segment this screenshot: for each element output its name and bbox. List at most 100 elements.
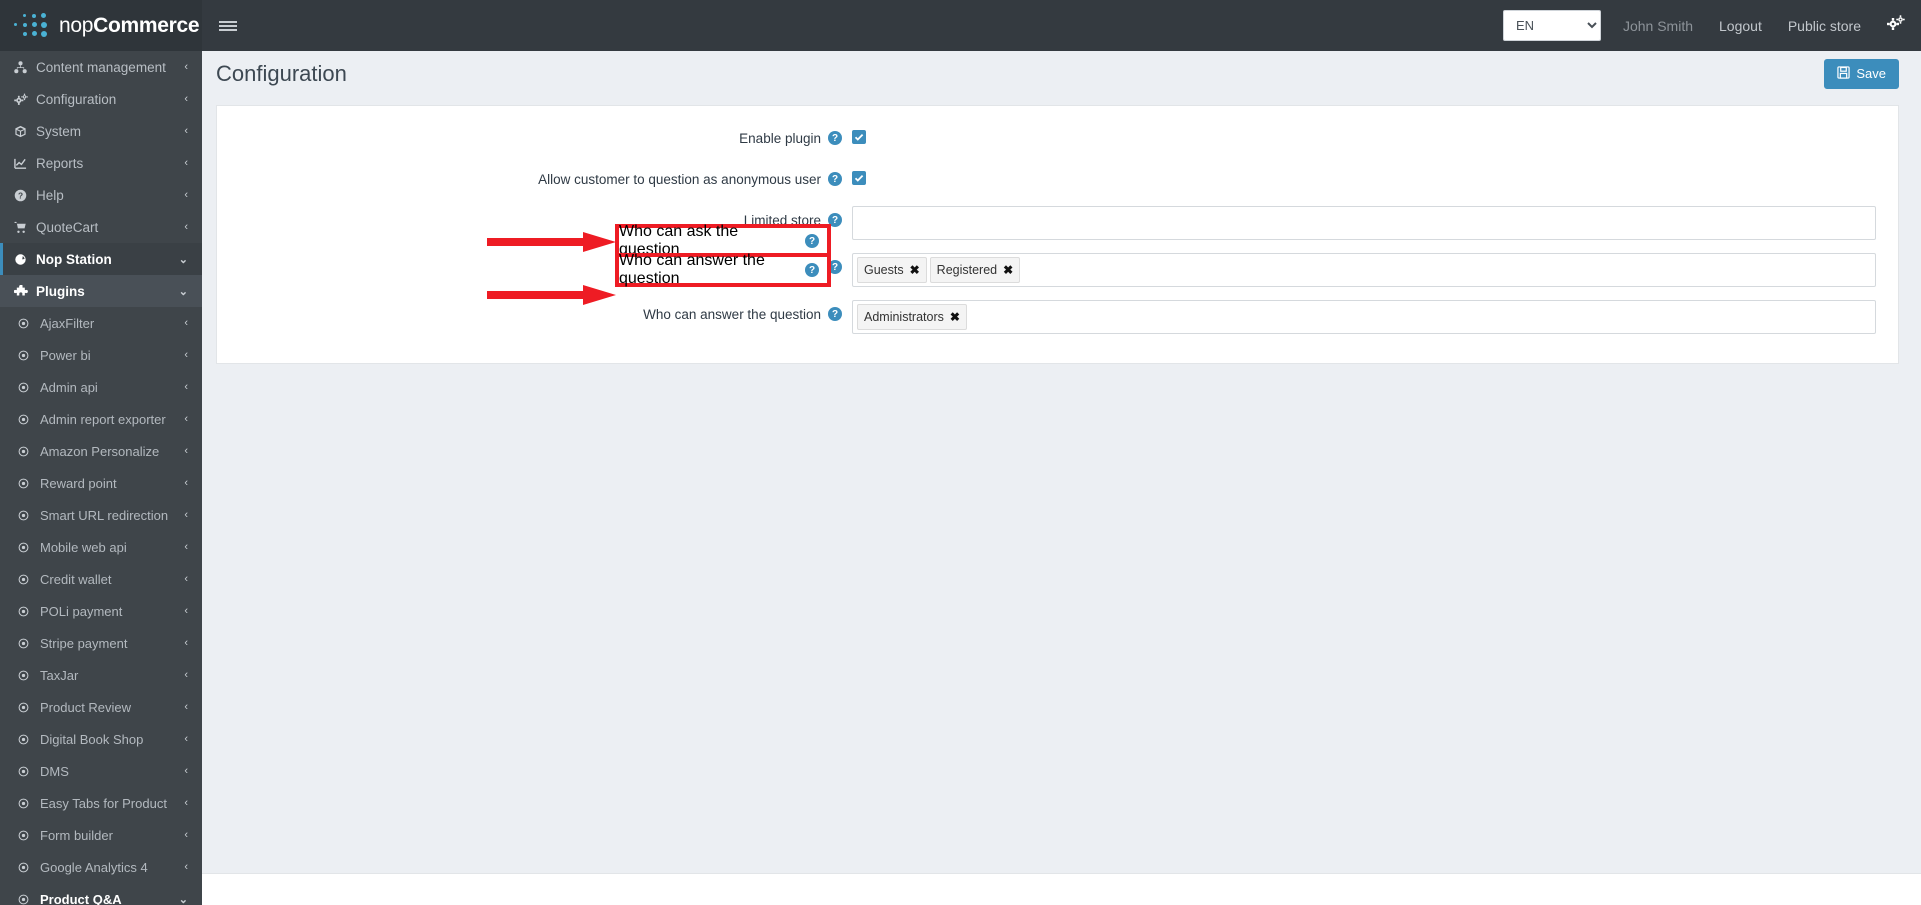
token-registered[interactable]: Registered ✖ — [929, 257, 1021, 283]
sidebar-item-stripe-payment[interactable]: Stripe payment ‹ — [0, 627, 202, 659]
sidebar-item-label: Stripe payment — [40, 635, 128, 651]
sidebar-item-label: Power bi — [40, 347, 91, 363]
sidebar-item-system[interactable]: System ‹ — [0, 115, 202, 147]
token-label: Administrators — [864, 310, 944, 324]
logout-link[interactable]: Logout — [1719, 18, 1762, 34]
sidebar-item-easy-tabs-for-product[interactable]: Easy Tabs for Product ‹ — [0, 787, 202, 819]
token-administrators[interactable]: Administrators ✖ — [857, 304, 967, 330]
chevron-left-icon: ‹ — [184, 861, 188, 873]
checkbox-allow-customer-to-question-as-anonymous-user[interactable] — [852, 171, 866, 185]
sidebar-item-label: QuoteCart — [36, 219, 99, 235]
sidebar-item-power-bi[interactable]: Power bi ‹ — [0, 339, 202, 371]
token-input-who-can-ask-the-question[interactable]: Guests ✖ Registered ✖ — [852, 253, 1876, 287]
sidebar-item-configuration[interactable]: Configuration ‹ — [0, 83, 202, 115]
dot-circle-icon — [18, 510, 40, 521]
form-label-allow-customer-to-question-as-anonymous-user: Allow customer to question as anonymous … — [217, 165, 852, 193]
dot-circle-icon — [18, 734, 40, 745]
dot-circle-icon — [18, 478, 40, 489]
sidebar-item-quotecart[interactable]: QuoteCart ‹ — [0, 211, 202, 243]
brand-suffix: Commerce — [93, 13, 200, 37]
sidebar-item-dms[interactable]: DMS ‹ — [0, 755, 202, 787]
dot-circle-icon — [18, 894, 40, 905]
dot-circle-icon — [18, 798, 40, 809]
checkbox-enable-plugin[interactable] — [852, 130, 866, 144]
sidebar-item-label: Credit wallet — [40, 571, 112, 587]
question-mark-help-icon[interactable]: ? — [828, 131, 842, 145]
sidebar-item-poli-payment[interactable]: POLi payment ‹ — [0, 595, 202, 627]
sidebar-item-mobile-web-api[interactable]: Mobile web api ‹ — [0, 531, 202, 563]
sidebar-item-product-q-a[interactable]: Product Q&A ⌄ — [0, 883, 202, 905]
sidebar-item-amazon-personalize[interactable]: Amazon Personalize ‹ — [0, 435, 202, 467]
sidebar-item-label: Reports — [36, 155, 84, 171]
dot-circle-icon — [18, 606, 40, 617]
dot-matrix-logo-icon — [14, 13, 52, 39]
close-icon[interactable]: ✖ — [910, 263, 920, 277]
sidebar-item-label: Admin report exporter — [40, 411, 166, 427]
sidebar-item-nop-station[interactable]: Nop Station ⌄ — [0, 243, 202, 275]
question-mark-help-icon[interactable]: ? — [805, 234, 819, 248]
sidebar-item-product-review[interactable]: Product Review ‹ — [0, 691, 202, 723]
dot-circle-icon — [18, 414, 40, 425]
public-store-link[interactable]: Public store — [1788, 18, 1861, 34]
question-mark-help-icon[interactable]: ? — [805, 263, 819, 277]
sidebar-item-ajaxfilter[interactable]: AjaxFilter ‹ — [0, 307, 202, 339]
chevron-left-icon: ‹ — [184, 157, 188, 169]
sidebar-item-admin-api[interactable]: Admin api ‹ — [0, 371, 202, 403]
token-input-who-can-answer-the-question[interactable]: Administrators ✖ — [852, 300, 1876, 334]
sidebar-item-content-management[interactable]: Content management ‹ — [0, 51, 202, 83]
sidebar-item-label: DMS — [40, 763, 69, 779]
circle-icon — [14, 253, 36, 266]
sidebar-item-credit-wallet[interactable]: Credit wallet ‹ — [0, 563, 202, 595]
dot-circle-icon — [18, 446, 40, 457]
chevron-left-icon: ‹ — [184, 317, 188, 329]
sidebar-item-reports[interactable]: Reports ‹ — [0, 147, 202, 179]
dot-circle-icon — [18, 318, 40, 329]
sidebar-item-help[interactable]: ? Help ‹ — [0, 179, 202, 211]
chevron-left-icon: ‹ — [184, 189, 188, 201]
dot-circle-icon — [18, 382, 40, 393]
form-label-enable-plugin: Enable plugin? — [217, 124, 852, 152]
label-text: Who can answer the question — [643, 306, 821, 322]
sidebar-item-label: Configuration — [36, 91, 117, 107]
brand-prefix: nop — [59, 13, 94, 37]
token-guests[interactable]: Guests ✖ — [857, 257, 927, 283]
sidebar-item-label: Digital Book Shop — [40, 731, 144, 747]
sidebar-item-digital-book-shop[interactable]: Digital Book Shop ‹ — [0, 723, 202, 755]
save-button-label: Save — [1856, 66, 1886, 81]
sidebar-item-label: AjaxFilter — [40, 315, 95, 331]
close-icon[interactable]: ✖ — [950, 310, 960, 324]
sidebar-item-plugins[interactable]: Plugins ⌄ — [0, 275, 202, 307]
gears-icon[interactable] — [1887, 15, 1905, 36]
form-row-enable-plugin: Enable plugin? — [217, 124, 1898, 152]
dot-circle-icon — [18, 574, 40, 585]
cube-icon — [14, 125, 36, 138]
form-field-enable-plugin — [852, 124, 1898, 147]
question-mark-help-icon[interactable]: ? — [828, 307, 842, 321]
hamburger-icon[interactable] — [202, 0, 254, 51]
brand-logo[interactable]: nopCommerce — [0, 0, 202, 51]
language-select[interactable]: EN — [1502, 10, 1601, 41]
sitemap-icon — [14, 60, 36, 74]
sidebar-item-reward-point[interactable]: Reward point ‹ — [0, 467, 202, 499]
sidebar-item-admin-report-exporter[interactable]: Admin report exporter ‹ — [0, 403, 202, 435]
sidebar-item-taxjar[interactable]: TaxJar ‹ — [0, 659, 202, 691]
sidebar-item-form-builder[interactable]: Form builder ‹ — [0, 819, 202, 851]
chevron-left-icon: ‹ — [184, 733, 188, 745]
save-button[interactable]: Save — [1824, 58, 1899, 89]
top-header-bar: nopCommerce EN John Smith Logout Public … — [0, 0, 1921, 51]
question-mark-help-icon[interactable]: ? — [828, 172, 842, 186]
chevron-down-icon: ⌄ — [178, 285, 188, 298]
input-limited-store[interactable] — [852, 206, 1876, 240]
dot-circle-icon — [18, 350, 40, 361]
chevron-left-icon: ‹ — [184, 701, 188, 713]
sidebar-item-label: System — [36, 123, 82, 139]
chevron-left-icon: ‹ — [184, 765, 188, 777]
sidebar-item-label: Content management — [36, 59, 166, 75]
sidebar-nav[interactable]: Content management ‹ Configuration ‹ System ‹… — [0, 51, 202, 905]
header-right-actions: EN John Smith Logout Public store — [1502, 0, 1921, 51]
gears-icon — [14, 93, 36, 106]
sidebar-item-smart-url-redirection[interactable]: Smart URL redirection ‹ — [0, 499, 202, 531]
sidebar-item-google-analytics-4[interactable]: Google Analytics 4 ‹ — [0, 851, 202, 883]
close-icon[interactable]: ✖ — [1003, 263, 1013, 277]
chevron-left-icon: ‹ — [184, 573, 188, 585]
